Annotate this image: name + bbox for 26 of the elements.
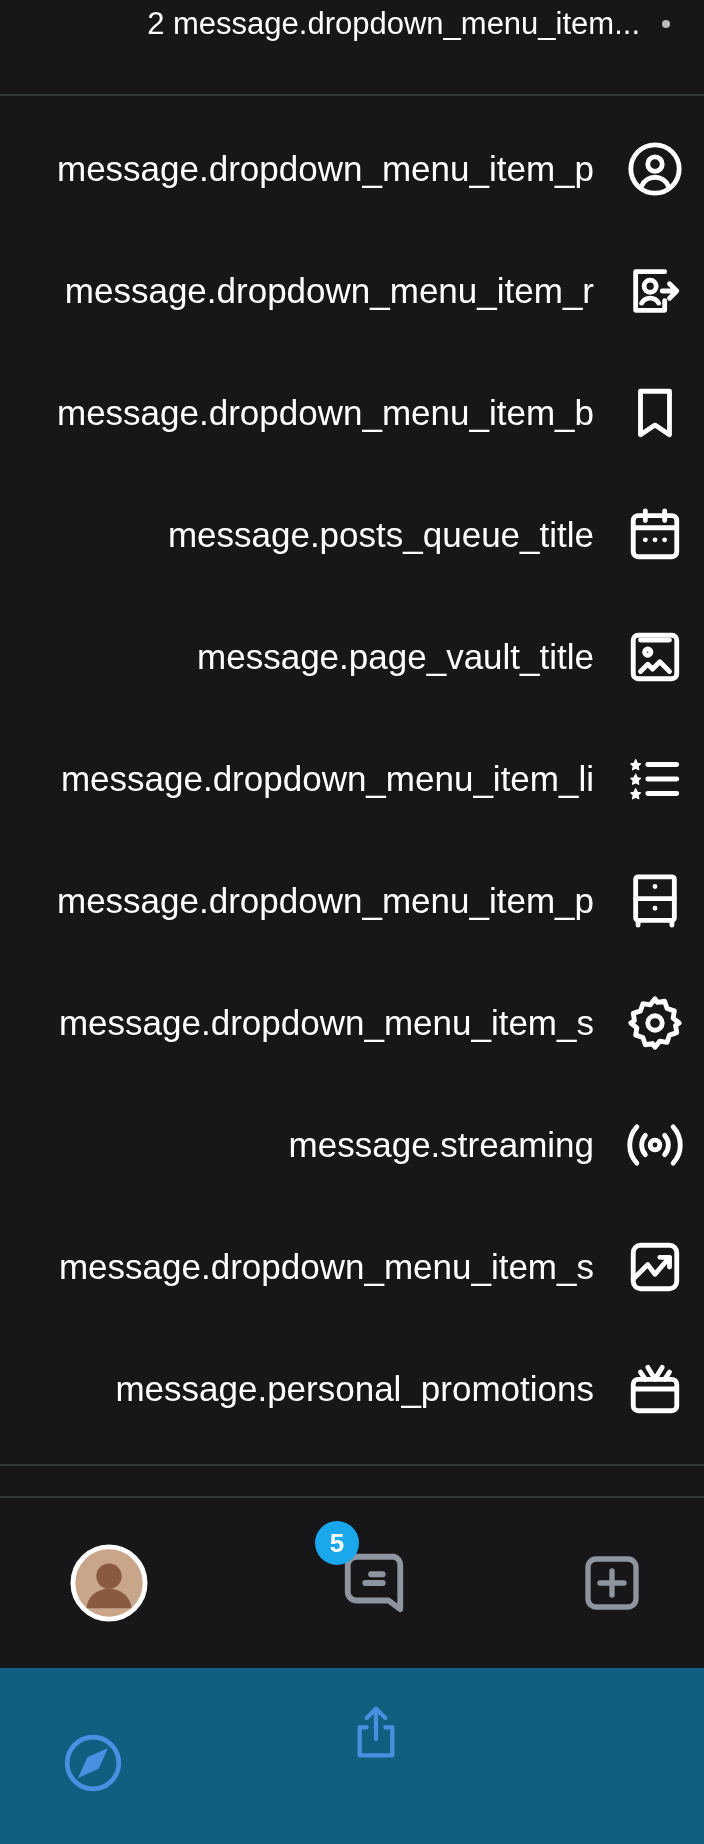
user-circle-icon — [628, 142, 682, 196]
menu-item[interactable]: message.page_vault_title — [0, 596, 704, 718]
gift-icon — [630, 1364, 680, 1414]
broadcast-icon — [627, 1124, 683, 1166]
menu-item[interactable]: message.posts_queue_title — [0, 474, 704, 596]
menu-item[interactable]: message.dropdown_menu_item_r — [0, 230, 704, 352]
unread-badge: 5 — [315, 1521, 359, 1565]
menu-item[interactable]: message.dropdown_menu_item_s — [0, 962, 704, 1084]
account-title: 2 message.dropdown_menu_item... — [147, 5, 640, 43]
calendar-icon — [630, 508, 680, 560]
menu-item[interactable]: message.dropdown_menu_item_b — [0, 352, 704, 474]
chart-frame-icon — [630, 1242, 680, 1292]
bookmark-icon — [638, 388, 672, 438]
user-swap-icon — [633, 269, 680, 313]
settings-icon — [628, 996, 682, 1050]
menu-item[interactable]: message.personal_promotions — [0, 1328, 704, 1450]
menu-item[interactable]: message.dropdown_menu_item_li — [0, 718, 704, 840]
menu-item[interactable]: message.dropdown_menu_item_p — [0, 108, 704, 230]
menu-item[interactable]: message.dropdown_menu_item_s — [0, 1206, 704, 1328]
menu-item[interactable]: message.streaming — [0, 1084, 704, 1206]
avatar[interactable] — [70, 1544, 148, 1622]
menu-item[interactable]: message.dropdown_menu_item_p — [0, 840, 704, 962]
bullet-icon — [662, 20, 670, 28]
drawer-icon — [633, 874, 677, 928]
list-stars-icon — [630, 759, 680, 800]
image-frame-icon — [630, 632, 680, 682]
